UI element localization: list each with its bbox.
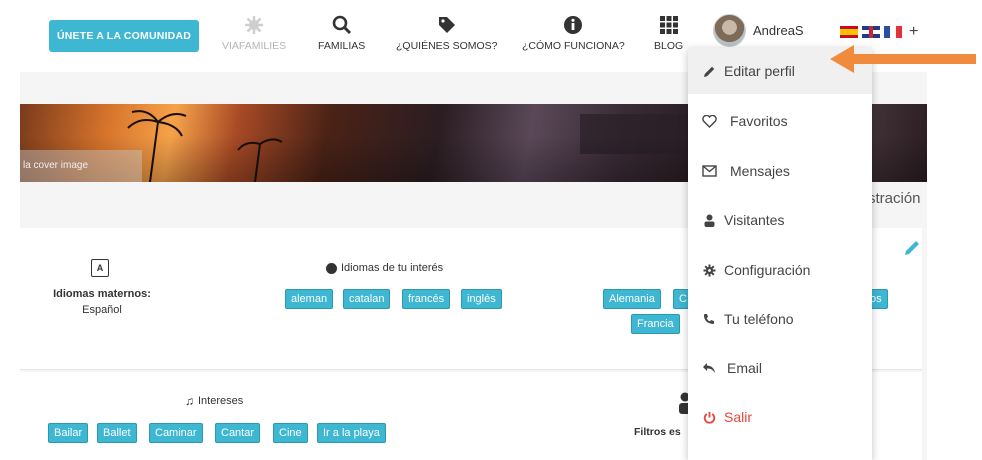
menu-item-label: Editar perfil [724, 63, 795, 79]
language-switcher: + [840, 24, 918, 40]
reply-icon [694, 362, 724, 374]
menu-item-label: Email [727, 360, 763, 376]
native-languages-title: Idiomas maternos: [53, 288, 151, 300]
nav-label: VIAFAMILIES [222, 40, 287, 52]
interests-label: Intereses [198, 395, 244, 407]
menu-item-settings[interactable]: Configuración [688, 247, 872, 293]
nav-label: ¿QUIÉNES SOMOS? [396, 40, 498, 52]
phone-icon [694, 313, 724, 325]
user-icon [694, 214, 724, 227]
tag-icon [437, 14, 457, 36]
info-icon [563, 14, 583, 36]
menu-item-label: Configuración [724, 262, 811, 278]
user-menu-toggle[interactable]: AndreaS [713, 14, 804, 47]
gear-icon [694, 264, 724, 277]
menu-item-label: Visitantes [724, 212, 785, 228]
heart-icon [694, 114, 724, 128]
menu-item-email[interactable]: Email [688, 345, 872, 391]
translate-icon: A [91, 259, 109, 277]
menu-item-label: Mensajes [730, 163, 790, 179]
envelope-icon [694, 165, 724, 177]
interest-tag[interactable]: Cine [273, 423, 308, 443]
interest-tag[interactable]: Ballet [97, 423, 137, 443]
menu-item-favorites[interactable]: Favoritos [688, 98, 872, 144]
menu-item-visitors[interactable]: Visitantes [688, 197, 872, 243]
nav-blog[interactable]: BLOG [654, 14, 683, 52]
music-icon: ♫ [185, 394, 194, 408]
interest-languages-title: Idiomas de tu interés [326, 262, 443, 274]
menu-item-label: Tu teléfono [724, 311, 794, 327]
annotation-arrow [830, 45, 976, 73]
menu-item-logout[interactable]: Salir [688, 394, 872, 440]
globe-icon [326, 262, 337, 274]
join-community-button[interactable]: ÚNETE A LA COMUNIDAD [49, 20, 199, 52]
menu-item-messages[interactable]: Mensajes [688, 148, 872, 194]
edit-pencil-icon[interactable] [902, 238, 922, 258]
nav-label: ¿CÓMO FUNCIONA? [522, 40, 625, 52]
language-tag[interactable]: francés [402, 289, 451, 309]
interest-languages-label: Idiomas de tu interés [341, 262, 444, 274]
interest-tag[interactable]: Cantar [215, 423, 261, 443]
avatar [713, 14, 746, 47]
interest-tag[interactable]: Bailar [48, 423, 89, 443]
interest-tag[interactable]: Caminar [149, 423, 203, 443]
nav-label: FAMILIAS [318, 40, 366, 52]
section-heading-partial: stración [868, 190, 921, 207]
nav-familias[interactable]: FAMILIAS [318, 14, 365, 52]
native-languages-value: Español [82, 304, 122, 316]
menu-item-phone[interactable]: Tu teléfono [688, 296, 872, 342]
search-filters-label: Filtros es [634, 426, 681, 438]
interest-tag[interactable]: Ir a la playa [317, 423, 386, 443]
nav-como-funciona[interactable]: ¿CÓMO FUNCIONA? [522, 14, 625, 52]
nav-quienes-somos[interactable]: ¿QUIÉNES SOMOS? [396, 14, 498, 52]
power-icon [694, 411, 724, 424]
interests-title: ♫ Intereses [185, 394, 243, 408]
user-dropdown-menu: Editar perfil Favoritos Mensajes Visitan… [688, 48, 872, 460]
language-tag[interactable]: aleman [285, 289, 334, 309]
nav-label: BLOG [654, 40, 684, 52]
gear-icon [244, 14, 264, 36]
country-tag[interactable]: Alemania [603, 289, 661, 309]
language-tag[interactable]: inglés [461, 289, 502, 309]
more-languages-icon[interactable]: + [909, 24, 918, 40]
menu-item-label: Favoritos [730, 113, 788, 129]
country-tag[interactable]: Francia [631, 314, 680, 334]
menu-item-label: Salir [724, 409, 753, 425]
language-tag[interactable]: catalan [343, 289, 391, 309]
pencil-icon [694, 65, 724, 78]
flag-en-icon[interactable] [862, 26, 880, 38]
username: AndreaS [753, 23, 804, 38]
grid-icon [659, 14, 679, 36]
search-icon [332, 14, 352, 36]
nav-viafamilies[interactable]: VIAFAMILIES [222, 14, 286, 52]
flag-es-icon[interactable] [840, 26, 858, 38]
flag-fr-icon[interactable] [884, 26, 902, 38]
cover-image-label[interactable]: la cover image [20, 150, 142, 182]
